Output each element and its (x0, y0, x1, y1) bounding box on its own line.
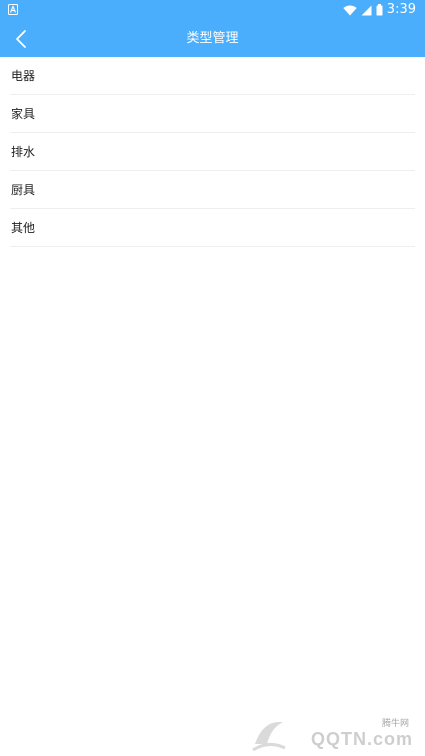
type-item-label: 其他 (11, 221, 36, 235)
type-list: 电器 家具 排水 厨具 其他 (0, 57, 425, 247)
type-item-other[interactable]: 其他 (10, 209, 415, 247)
watermark-main-text: QQTN.com (310, 729, 413, 749)
page-title: 类型管理 (186, 31, 239, 46)
notification-a-icon (8, 4, 18, 15)
type-item-label: 电器 (11, 69, 36, 83)
app-bar: 类型管理 (0, 20, 425, 57)
type-item-label: 排水 (11, 145, 36, 159)
type-item-drainage[interactable]: 排水 (10, 133, 415, 171)
status-icons: 3:39 (343, 0, 416, 20)
type-item-label: 家具 (11, 107, 36, 121)
status-bar: 3:39 (0, 0, 425, 20)
type-item-furniture[interactable]: 家具 (10, 95, 415, 133)
type-item-appliances[interactable]: 电器 (10, 57, 415, 95)
wifi-icon (343, 5, 357, 15)
battery-icon (376, 4, 383, 16)
status-time: 3:39 (386, 2, 416, 17)
watermark: 腾牛网 QQTN.com (249, 714, 419, 754)
watermark-logo-icon (252, 721, 286, 752)
cell-signal-icon (361, 5, 372, 15)
type-item-label: 厨具 (11, 183, 36, 197)
watermark-small-text: 腾牛网 (381, 719, 409, 729)
type-item-kitchenware[interactable]: 厨具 (10, 171, 415, 209)
